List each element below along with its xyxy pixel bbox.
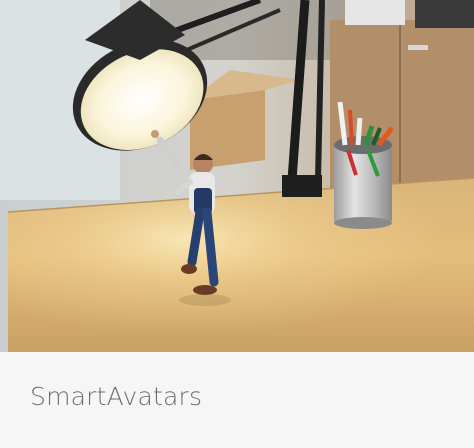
character-shadow xyxy=(179,294,231,306)
lamp-stand-pole-2 xyxy=(315,0,325,181)
background-box xyxy=(415,0,474,28)
background-printer xyxy=(345,0,405,25)
lamp-clamp xyxy=(282,175,322,197)
card-caption: SmartAvatars xyxy=(0,352,474,448)
project-card[interactable]: SmartAvatars xyxy=(0,0,474,448)
cabinet-handle xyxy=(408,45,428,50)
card-thumbnail-image[interactable] xyxy=(0,0,474,352)
card-title[interactable]: SmartAvatars xyxy=(30,382,202,411)
